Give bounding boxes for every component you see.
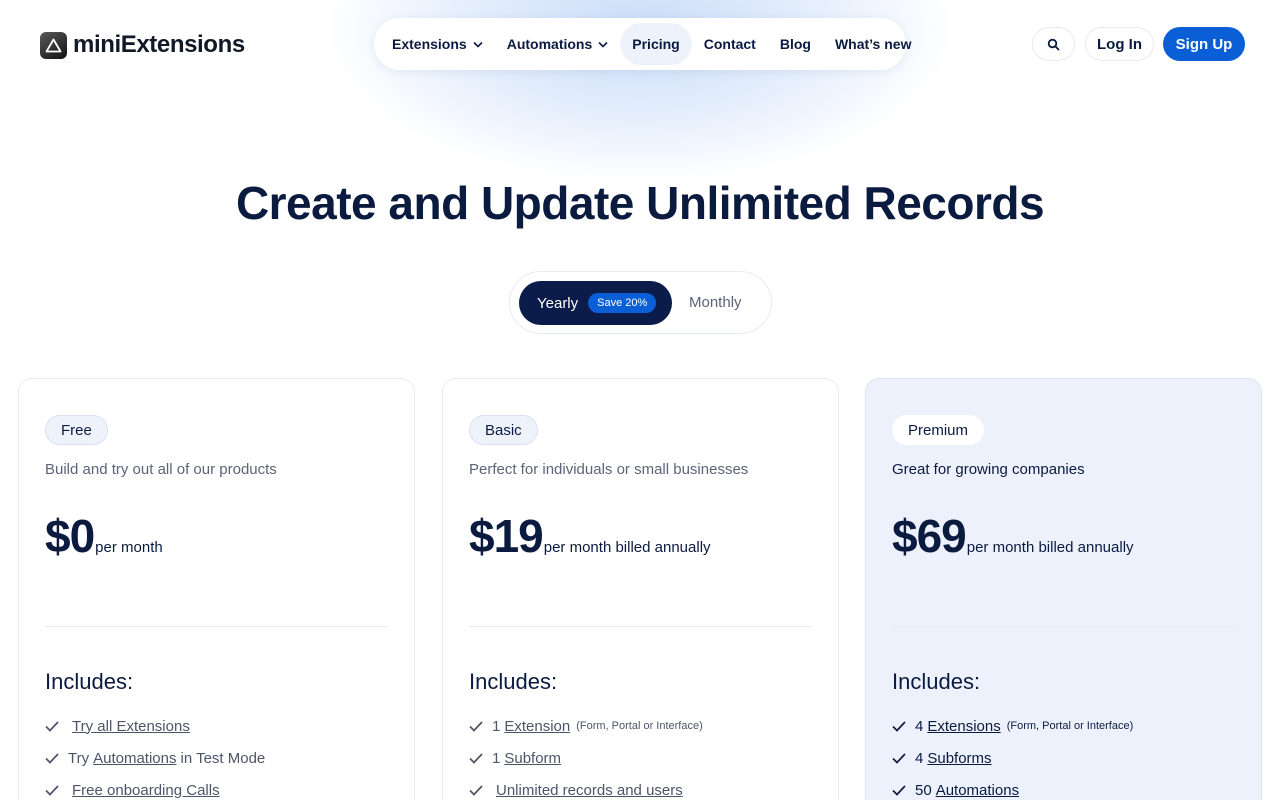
nav-whats-new-label: What’s new	[834, 36, 912, 52]
feature-item: Try all Extensions	[45, 710, 265, 742]
search-button[interactable]	[1032, 27, 1075, 61]
nav-pricing-label: Pricing	[632, 36, 680, 52]
page-title: Create and Update Unlimited Records	[235, 177, 1045, 229]
feature-link[interactable]: Automations	[93, 750, 176, 767]
feature-item: 1 Extension (Form, Portal or Interface)	[469, 710, 703, 742]
billing-yearly-label: Yearly	[537, 294, 579, 312]
nav-contact-label: Contact	[703, 36, 756, 52]
check-icon	[892, 720, 908, 732]
feature-list: Try all Extensions Try Automations in Test …	[45, 710, 265, 800]
feature-link[interactable]: Extension	[504, 718, 570, 735]
check-icon	[45, 752, 61, 764]
plan-description: Great for growing companies	[892, 461, 1085, 478]
feature-link[interactable]: Extensions	[927, 718, 1000, 735]
plan-card-basic: Basic Perfect for individuals or small b…	[442, 378, 839, 800]
feature-text: 4	[915, 717, 924, 735]
plan-period: per month billed annually	[966, 539, 1134, 556]
billing-option-yearly[interactable]: Yearly Save 20%	[519, 281, 672, 325]
check-icon	[892, 784, 908, 796]
check-icon	[45, 720, 61, 732]
includes-heading: Includes:	[469, 669, 558, 694]
feature-item: 4 Extensions (Form, Portal or Interface)	[892, 710, 1133, 742]
plan-description: Build and try out all of our products	[45, 461, 277, 478]
nav-contact[interactable]: Contact	[692, 23, 768, 65]
nav-whats-new[interactable]: What’s new	[823, 23, 924, 65]
nav-pricing[interactable]: Pricing	[620, 23, 692, 65]
logo-mark-icon	[40, 31, 67, 59]
feature-text: 1	[492, 717, 501, 735]
divider	[45, 626, 388, 627]
nav-blog-label: Blog	[779, 36, 811, 52]
feature-text: Try	[68, 749, 90, 767]
feature-text: 50	[915, 781, 932, 799]
check-icon	[469, 720, 485, 732]
feature-link[interactable]: Free onboarding Calls	[72, 782, 220, 799]
check-icon	[469, 784, 485, 796]
check-icon	[45, 784, 61, 796]
plan-price-row: $19 per month billed annually	[469, 509, 711, 563]
chevron-down-icon	[473, 41, 483, 48]
plan-badge: Basic	[469, 415, 538, 445]
divider	[892, 626, 1235, 627]
plan-card-premium: Premium Great for growing companies $69 …	[865, 378, 1262, 800]
plan-period: per month billed annually	[543, 539, 711, 556]
feature-link[interactable]: Subform	[504, 750, 561, 767]
main-nav: Extensions Automations Pricing Contact B…	[374, 18, 911, 70]
feature-item: 4 Subforms	[892, 742, 1133, 774]
nav-extensions[interactable]: Extensions	[380, 23, 495, 65]
save-badge: Save 20%	[588, 293, 657, 313]
nav-blog[interactable]: Blog	[768, 23, 823, 65]
feature-note: (Form, Portal or Interface)	[576, 720, 703, 732]
feature-item: Free onboarding Calls	[45, 774, 265, 800]
feature-link[interactable]: Automations	[936, 782, 1019, 799]
feature-item: Unlimited records and users	[469, 774, 703, 800]
chevron-down-icon	[598, 41, 608, 48]
search-icon	[1047, 38, 1060, 50]
divider	[469, 626, 812, 627]
feature-text: 4	[915, 749, 924, 767]
feature-link[interactable]: Subforms	[927, 750, 991, 767]
check-icon	[469, 752, 485, 764]
feature-text: 1	[492, 749, 501, 767]
plan-period: per month	[95, 539, 163, 556]
billing-toggle: Yearly Save 20% Monthly	[509, 271, 772, 334]
feature-note: (Form, Portal or Interface)	[1006, 720, 1134, 732]
logo[interactable]: miniExtensions	[40, 31, 245, 59]
feature-item: 50 Automations	[892, 774, 1133, 800]
plan-price: $69	[892, 510, 967, 562]
feature-text: in Test Mode	[180, 749, 266, 767]
feature-list: 1 Extension (Form, Portal or Interface) 1 Su…	[469, 710, 703, 800]
includes-heading: Includes:	[45, 669, 134, 694]
feature-item: Try Automations in Test Mode	[45, 742, 265, 774]
nav-extensions-label: Extensions	[392, 36, 467, 52]
signup-button[interactable]: Sign Up	[1163, 27, 1245, 61]
feature-link[interactable]: Unlimited records and users	[496, 782, 683, 799]
plan-badge: Premium	[892, 415, 985, 445]
includes-heading: Includes:	[892, 669, 981, 694]
login-button[interactable]: Log In	[1085, 27, 1154, 61]
plan-price-row: $69 per month billed annually	[892, 509, 1134, 563]
nav-automations-label: Automations	[506, 36, 593, 52]
feature-list: 4 Extensions (Form, Portal or Interface) 4 S…	[892, 710, 1133, 800]
plan-badge: Free	[45, 415, 108, 445]
plan-card-free: Free Build and try out all of our produc…	[18, 378, 415, 800]
check-icon	[892, 752, 908, 764]
logo-text: miniExtensions	[73, 31, 245, 58]
billing-option-monthly[interactable]: Monthly	[689, 294, 742, 311]
feature-item: 1 Subform	[469, 742, 703, 774]
plan-price: $19	[469, 510, 544, 562]
plan-price: $0	[45, 510, 95, 562]
feature-link[interactable]: Try all Extensions	[72, 718, 190, 735]
plan-description: Perfect for individuals or small busines…	[469, 461, 749, 478]
nav-automations[interactable]: Automations	[495, 23, 621, 65]
plan-price-row: $0 per month	[45, 509, 163, 563]
